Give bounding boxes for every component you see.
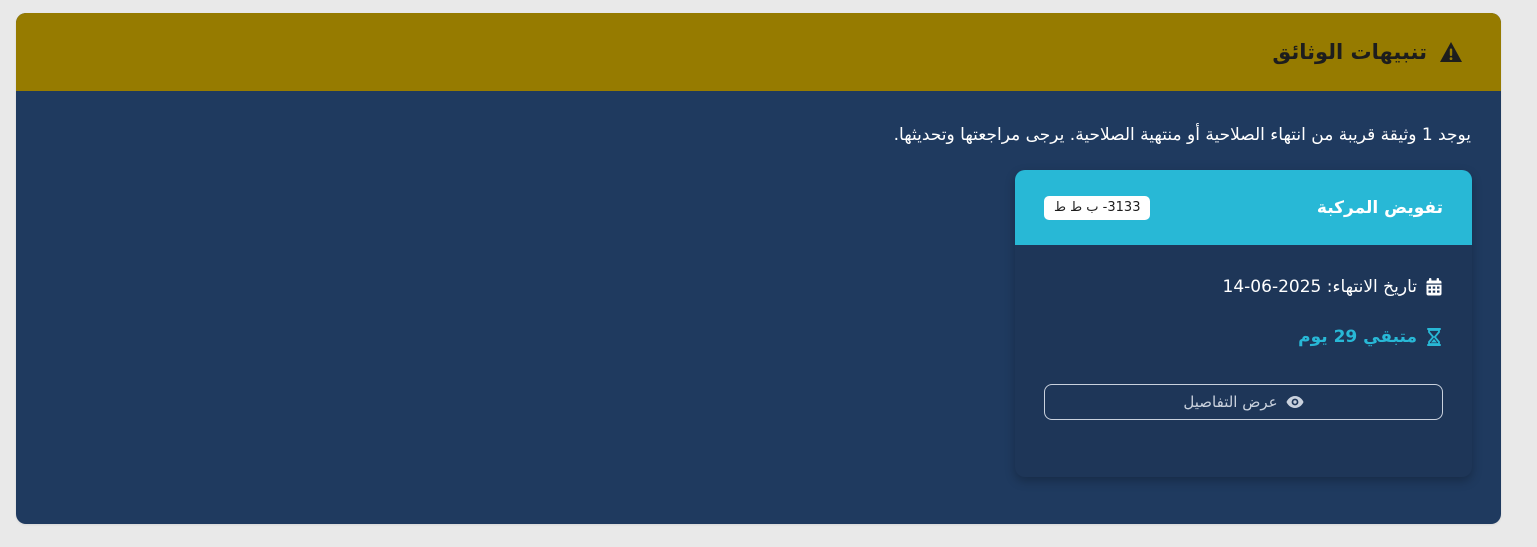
alert-title: تنبيهات الوثائق <box>1272 40 1427 64</box>
document-title: تفويض المركبة <box>1316 197 1443 218</box>
hourglass-icon <box>1425 327 1443 347</box>
eye-icon <box>1286 395 1304 409</box>
document-alerts-card: تنبيهات الوثائق يوجد 1 وثيقة قريبة من ان… <box>16 13 1501 524</box>
document-card: تفويض المركبة 3133- ب ط ط تاريخ الانتهاء… <box>1015 170 1472 477</box>
plate-badge: 3133- ب ط ط <box>1044 195 1151 220</box>
view-details-label: عرض التفاصيل <box>1183 393 1278 411</box>
alert-body: يوجد 1 وثيقة قريبة من انتهاء الصلاحية أو… <box>16 91 1501 148</box>
view-details-button[interactable]: عرض التفاصيل <box>1044 384 1443 420</box>
alert-header: تنبيهات الوثائق <box>16 13 1501 91</box>
alert-message: يوجد 1 وثيقة قريبة من انتهاء الصلاحية أو… <box>893 125 1471 145</box>
remaining-days-text: متبقي 29 يوم <box>1298 327 1417 347</box>
calendar-icon <box>1425 277 1443 297</box>
warning-triangle-icon <box>1439 41 1463 63</box>
document-card-body: تاريخ الانتهاء: 2025-06-14 متبقي 29 يوم <box>1015 245 1472 420</box>
expiry-row: تاريخ الانتهاء: 2025-06-14 <box>1044 276 1443 298</box>
remaining-row: متبقي 29 يوم <box>1044 326 1443 348</box>
expiry-date-text: تاريخ الانتهاء: 2025-06-14 <box>1222 277 1417 297</box>
document-card-header: تفويض المركبة 3133- ب ط ط <box>1015 170 1472 245</box>
